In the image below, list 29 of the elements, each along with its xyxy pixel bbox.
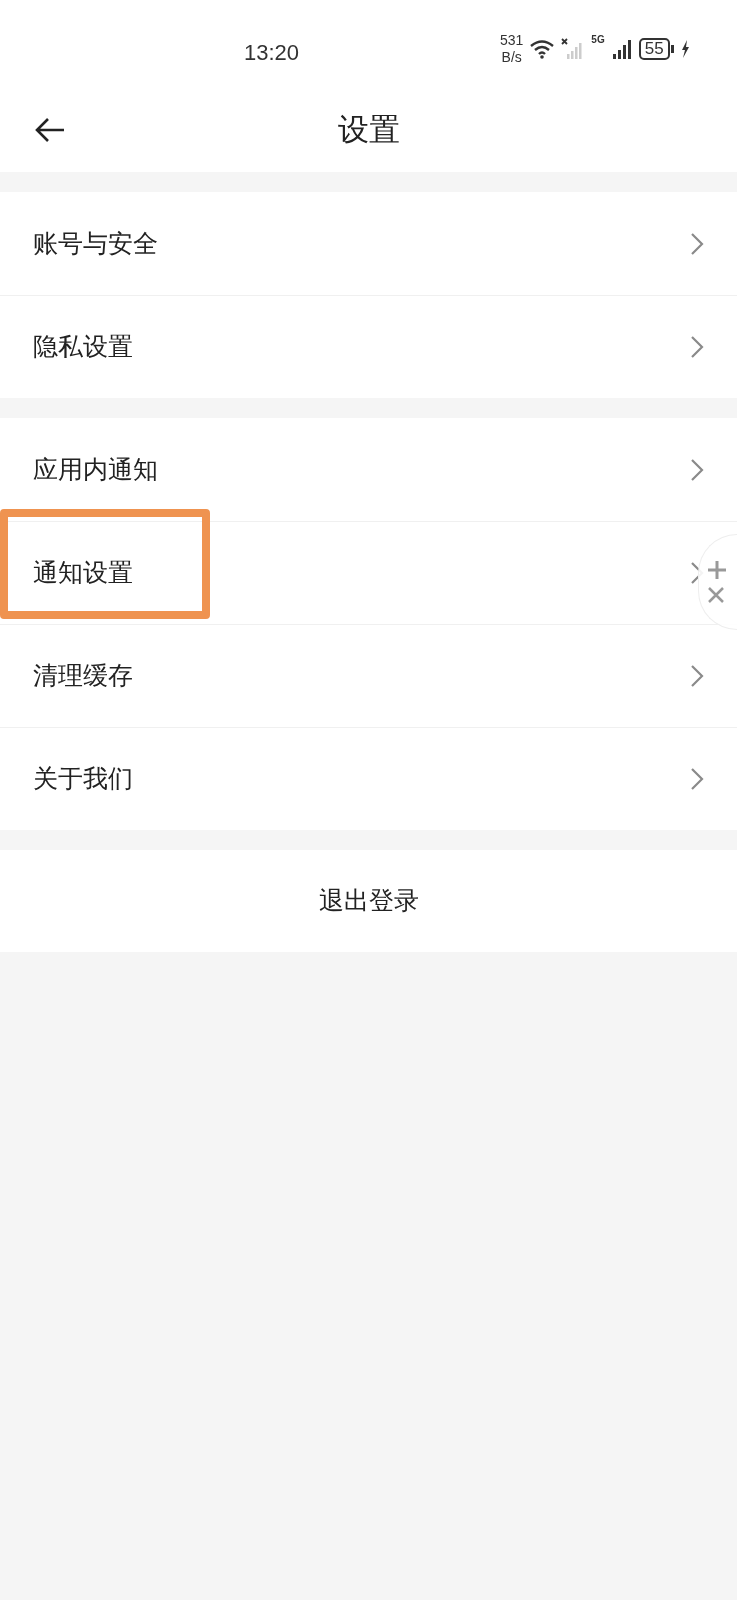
chevron-right-icon: [690, 231, 704, 256]
row-label: 通知设置: [33, 557, 134, 589]
chevron-right-icon: [690, 457, 704, 482]
wifi-icon: [529, 39, 556, 59]
signal-icon: [610, 38, 633, 60]
settings-row[interactable]: 隐私设置: [0, 295, 737, 398]
settings-row[interactable]: 账号与安全: [0, 192, 737, 295]
net-speed-value: 531: [500, 32, 524, 49]
back-arrow-icon: [34, 117, 66, 143]
row-label: 应用内通知: [33, 453, 159, 485]
settings-row[interactable]: 应用内通知: [0, 418, 737, 521]
close-icon: [707, 586, 725, 604]
chevron-right-icon: [690, 664, 704, 688]
page-title: 设置: [337, 110, 400, 149]
settings-row[interactable]: 清理缓存: [0, 624, 737, 727]
network-label: 5G: [591, 33, 605, 47]
charging-icon: [679, 39, 690, 59]
battery-level: 55: [638, 38, 670, 60]
row-label: 隐私设置: [33, 331, 134, 363]
net-speed-unit: B/s: [501, 49, 522, 66]
row-label: 清理缓存: [33, 660, 134, 692]
chevron-right-icon: [690, 335, 704, 359]
logout-button[interactable]: 退出登录: [0, 850, 737, 952]
row-label: 关于我们: [33, 763, 134, 795]
chevron-right-icon: [690, 767, 704, 791]
status-time: 13:20: [244, 39, 300, 67]
plus-icon: [707, 560, 727, 580]
settings-row[interactable]: 关于我们: [0, 727, 737, 830]
row-label: 账号与安全: [33, 227, 159, 259]
